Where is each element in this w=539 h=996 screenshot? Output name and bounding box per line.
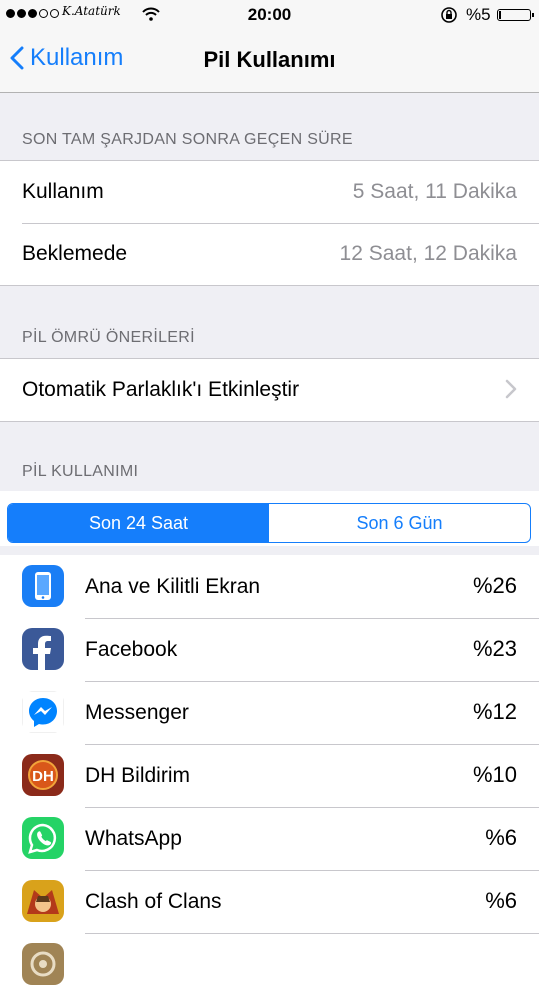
list-item: Messenger %12 — [0, 681, 539, 744]
segment-last-6-days[interactable]: Son 6 Gün — [269, 504, 530, 542]
list-item — [0, 933, 539, 996]
dh-bildirim-icon: DH — [22, 754, 64, 796]
list-item: WhatsApp %6 — [0, 807, 539, 870]
auto-brightness-suggestion[interactable]: Otomatik Parlaklık'ı Etkinleştir — [0, 359, 539, 421]
navigation-bar: Kullanım Pil Kullanımı — [0, 30, 539, 93]
app-percent: %6 — [485, 888, 517, 913]
list-item: Ana ve Kilitli Ekran %26 — [0, 555, 539, 618]
settings-icon — [22, 943, 64, 985]
app-name: Facebook — [85, 638, 178, 661]
app-name: WhatsApp — [85, 827, 182, 850]
list-item: Clash of Clans %6 — [0, 870, 539, 933]
usage-label: Kullanım — [22, 180, 104, 203]
since-charge-header: SON TAM ŞARJDAN SONRA GEÇEN SÜRE — [22, 131, 353, 148]
segment-last-24-hours[interactable]: Son 24 Saat — [8, 504, 269, 542]
standby-row: Beklemede 12 Saat, 12 Dakika — [0, 223, 539, 285]
suggestions-group: Otomatik Parlaklık'ı Etkinleştir — [0, 358, 539, 422]
app-percent: %10 — [472, 762, 517, 787]
battery-usage-header: PİL KULLANIMI — [22, 463, 139, 480]
home-lock-screen-icon — [22, 565, 64, 607]
suggestions-header: PİL ÖMRÜ ÖNERİLERİ — [22, 329, 195, 346]
since-charge-group: Kullanım 5 Saat, 11 Dakika Beklemede 12 … — [0, 160, 539, 286]
clock: 20:00 — [247, 5, 292, 24]
auto-brightness-label: Otomatik Parlaklık'ı Etkinleştir — [22, 378, 300, 401]
page-title: Pil Kullanımı — [203, 47, 336, 72]
svg-text:DH: DH — [32, 768, 54, 785]
status-bar: K.Atatürk 20:00 %5 — [0, 0, 539, 30]
clash-of-clans-icon — [22, 880, 64, 922]
segment-container: Son 24 Saat Son 6 Gün — [0, 491, 539, 546]
standby-label: Beklemede — [22, 242, 128, 265]
period-segmented-control: Son 24 Saat Son 6 Gün — [7, 503, 531, 543]
whatsapp-icon — [22, 817, 64, 859]
list-item: Facebook %23 — [0, 618, 539, 681]
messenger-icon — [22, 691, 64, 733]
app-percent: %23 — [472, 636, 517, 661]
app-name: DH Bildirim — [85, 764, 190, 787]
app-percent: %26 — [472, 573, 517, 598]
app-name: Messenger — [85, 701, 189, 724]
app-percent: %6 — [485, 825, 517, 850]
usage-value: 5 Saat, 11 Dakika — [352, 180, 517, 203]
app-name: Clash of Clans — [85, 890, 222, 913]
list-item: DH DH Bildirim %10 — [0, 744, 539, 807]
chevron-right-icon — [505, 379, 517, 404]
app-usage-list: Ana ve Kilitli Ekran %26 Facebook %23 Me… — [0, 555, 539, 996]
battery-icon — [497, 9, 534, 21]
facebook-icon — [22, 628, 64, 670]
rotation-lock-icon — [440, 6, 458, 29]
usage-row: Kullanım 5 Saat, 11 Dakika — [0, 161, 539, 223]
battery-percent: %5 — [466, 5, 491, 24]
standby-value: 12 Saat, 12 Dakika — [339, 242, 517, 265]
app-percent: %12 — [472, 699, 517, 724]
app-name: Ana ve Kilitli Ekran — [85, 575, 261, 598]
